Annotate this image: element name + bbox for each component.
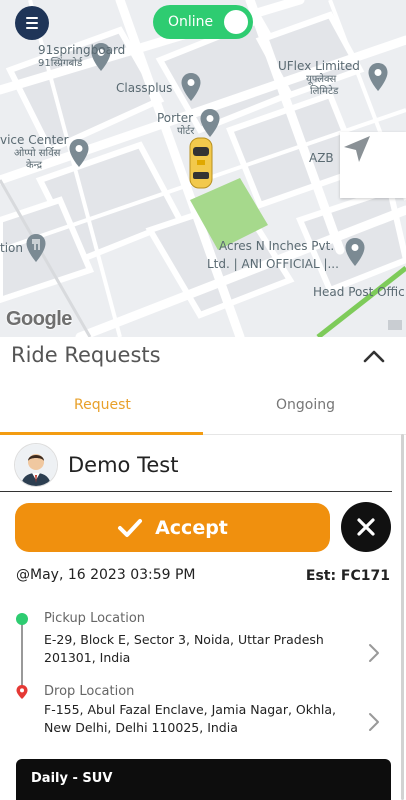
- map-label: UFlex Limited: [278, 59, 360, 73]
- menu-button[interactable]: [15, 6, 49, 40]
- map-label: यूफ्लेक्स: [306, 74, 337, 85]
- panel-title: Ride Requests: [11, 343, 161, 367]
- map-label: 91springboard: [38, 43, 126, 57]
- divider: [0, 491, 392, 492]
- checkmark-icon: [118, 518, 143, 537]
- map-label: Porter: [157, 111, 194, 125]
- map-label: 91स्प्रिंगबोर्ड: [38, 58, 83, 69]
- rider-name: Demo Test: [68, 453, 179, 477]
- pickup-dot-icon: [16, 613, 28, 625]
- map-label: ओप्पो सर्विस: [14, 148, 61, 159]
- map-label: vice Center: [0, 133, 69, 147]
- tab-request[interactable]: Request: [74, 397, 131, 413]
- tab-ongoing[interactable]: Ongoing: [276, 397, 335, 413]
- restaurant-pin-icon[interactable]: [25, 233, 47, 263]
- hamburger-menu-icon: [26, 27, 38, 29]
- map-pin-icon[interactable]: [68, 138, 90, 168]
- map-label: Ltd. | ANI OFFICIAL |...: [207, 257, 339, 271]
- map-pin-icon[interactable]: [344, 237, 366, 267]
- ride-requests-panel: Ride Requests Request Ongoing Demo Test …: [0, 337, 406, 800]
- reject-button[interactable]: [341, 502, 391, 552]
- accept-button[interactable]: Accept: [15, 503, 330, 552]
- estimate-code: Est: FC171: [305, 568, 390, 584]
- google-logo: Google: [6, 308, 72, 330]
- tab-active-indicator: [0, 432, 203, 435]
- drop-pin-icon: [16, 685, 28, 699]
- taxi-car-icon: [189, 137, 213, 189]
- pickup-label: Pickup Location: [44, 611, 146, 626]
- chevron-up-icon[interactable]: [362, 345, 386, 369]
- hamburger-menu-icon: [26, 17, 38, 19]
- vehicle-type-label: Daily - SUV: [31, 771, 113, 786]
- map-label: लिमिटेड: [310, 86, 339, 97]
- route-line: [21, 623, 23, 689]
- drop-label: Drop Location: [44, 684, 135, 699]
- hamburger-menu-icon: [26, 22, 38, 24]
- online-label: Online: [168, 14, 214, 30]
- avatar: [15, 444, 57, 486]
- chevron-right-icon[interactable]: [367, 711, 381, 733]
- map-label: Acres N Inches Pvt.: [219, 239, 335, 253]
- map-pin-icon[interactable]: [180, 72, 202, 102]
- navigation-arrow-icon: [344, 136, 370, 162]
- chevron-right-icon[interactable]: [367, 642, 381, 664]
- map-pin-icon[interactable]: [367, 62, 389, 92]
- map-label: Head Post Offic: [313, 285, 405, 299]
- map-label: केन्द्र: [26, 160, 43, 171]
- request-datetime: @May, 16 2023 03:59 PM: [16, 567, 196, 583]
- drop-address: F-155, Abul Fazal Enclave, Jamia Nagar, …: [44, 702, 337, 735]
- user-avatar-icon: [15, 444, 57, 486]
- online-toggle[interactable]: Online: [153, 5, 253, 39]
- recenter-button[interactable]: [340, 132, 406, 198]
- toggle-knob: [224, 10, 248, 34]
- map-label: tion: [0, 241, 23, 255]
- close-icon: [357, 518, 375, 536]
- map-label: AZB: [309, 151, 334, 165]
- pickup-address: E-29, Block E, Sector 3, Noida, Uttar Pr…: [44, 632, 324, 665]
- scrollbar[interactable]: [401, 434, 404, 800]
- map-view[interactable]: 91springboard 91स्प्रिंगबोर्ड Classplus …: [0, 0, 406, 337]
- map-pin-icon[interactable]: [199, 108, 221, 138]
- vehicle-type-bar: Daily - SUV: [16, 759, 391, 800]
- accept-label: Accept: [155, 516, 228, 539]
- map-label: Classplus: [116, 81, 173, 95]
